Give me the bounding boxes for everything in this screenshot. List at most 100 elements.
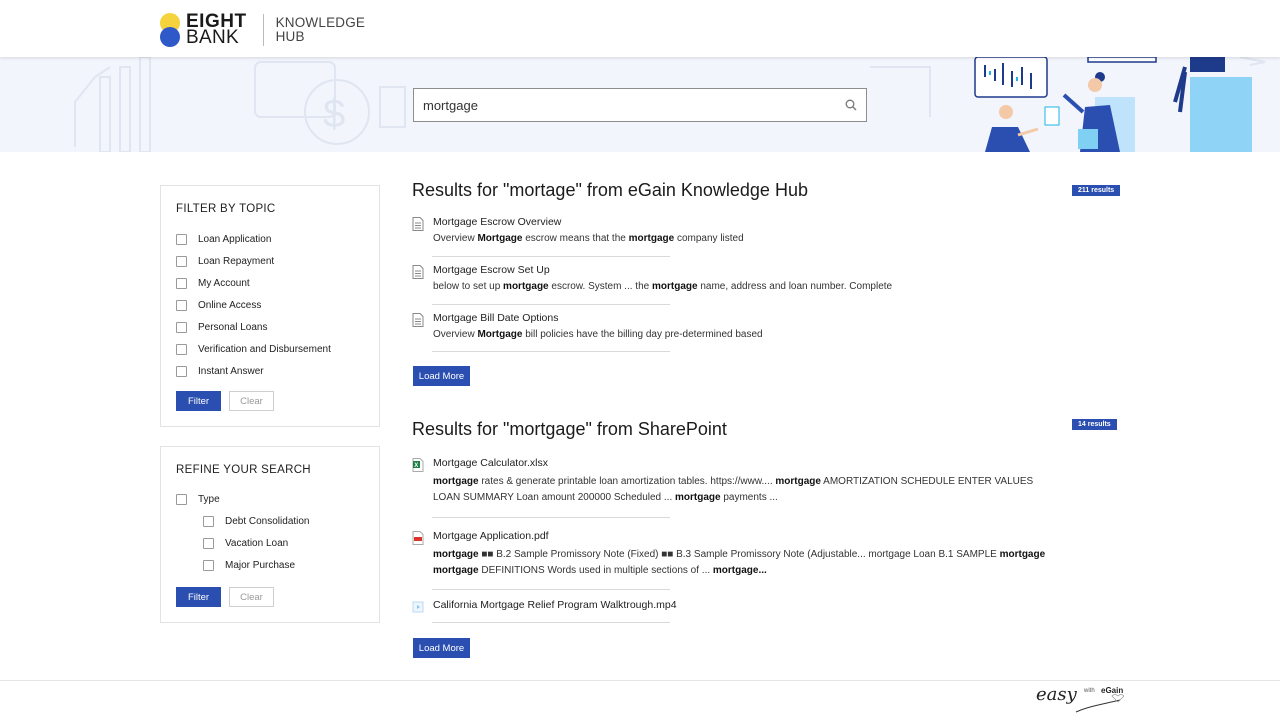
topic-option-my-account[interactable]: My Account — [176, 272, 364, 294]
document-icon — [412, 265, 424, 279]
result-title-link[interactable]: Mortgage Calculator.xlsx — [433, 457, 548, 469]
egain-result-item[interactable]: Mortgage Escrow Overview Overview Mortga… — [412, 216, 1052, 250]
refine-clear-button[interactable]: Clear — [229, 587, 274, 607]
checkbox[interactable] — [176, 233, 187, 245]
checkbox[interactable] — [176, 365, 187, 377]
refine-option-major-purchase[interactable]: Major Purchase — [176, 554, 364, 576]
knowledge-hub-label: KNOWLEDGE HUB — [276, 16, 366, 44]
checkbox[interactable] — [176, 321, 187, 333]
result-divider — [432, 517, 670, 518]
brand-line2: BANK — [186, 27, 239, 48]
egain-result-item[interactable]: Mortgage Escrow Set Up below to set up m… — [412, 264, 1052, 298]
egain-load-more-button[interactable]: Load More — [413, 366, 470, 386]
topic-option-label: Loan Application — [198, 233, 272, 245]
topic-option-loan-application[interactable]: Loan Application — [176, 228, 364, 250]
result-title-link[interactable]: Mortgage Application.pdf — [433, 530, 549, 542]
refine-search-panel: REFINE YOUR SEARCH Type Debt Consolidati… — [160, 446, 380, 623]
snippet-text: Overview — [433, 233, 478, 244]
topic-option-personal-loans[interactable]: Personal Loans — [176, 316, 364, 338]
snippet-text: below to set up — [433, 281, 504, 292]
egain-results-title: Results for "mortage" from eGain Knowled… — [412, 180, 808, 200]
svg-text:$: $ — [323, 92, 345, 136]
result-snippet: below to set up mortgage escrow. System … — [433, 279, 1053, 295]
checkbox[interactable] — [203, 537, 214, 549]
highlighted-keyword: Mortgage — [477, 233, 523, 244]
snippet-text: company listed — [674, 233, 744, 244]
result-divider — [432, 256, 670, 257]
highlighted-keyword: Mortgage — [477, 329, 523, 340]
refine-option-vacation-loan[interactable]: Vacation Loan — [176, 532, 364, 554]
result-title-link[interactable]: Mortgage Escrow Set Up — [433, 264, 550, 276]
logo-mark-icon — [160, 13, 182, 47]
snippet-text: payments ... — [720, 492, 778, 503]
highlighted-keyword: mortgage — [628, 233, 675, 244]
result-snippet: mortgage rates & generate printable loan… — [433, 474, 1053, 506]
search-bar — [413, 88, 867, 122]
refine-option-label: Major Purchase — [225, 559, 296, 571]
egain-results-count-badge: 211 results — [1072, 185, 1121, 196]
snippet-text: DEFINITIONS Words used in multiple secti… — [478, 565, 713, 576]
checkbox[interactable] — [203, 515, 214, 527]
highlighted-keyword: mortgage... — [712, 565, 767, 576]
result-title-link[interactable]: California Mortgage Relief Program Walkt… — [433, 599, 677, 611]
topic-clear-button[interactable]: Clear — [229, 391, 274, 411]
result-divider — [432, 622, 670, 623]
sharepoint-result-item[interactable]: Mortgage Application.pdf mortgage ■■ B.2… — [412, 530, 1052, 582]
brand-name: EIGHT BANK — [186, 12, 247, 48]
highlighted-keyword: mortgage — [433, 476, 479, 487]
result-divider — [432, 351, 670, 352]
highlighted-keyword: mortgage — [433, 549, 479, 560]
result-title-link[interactable]: Mortgage Escrow Overview — [433, 216, 561, 228]
sharepoint-result-item[interactable]: X Mortgage Calculator.xlsx mortgage rate… — [412, 457, 1052, 509]
refine-filter-button[interactable]: Filter — [176, 587, 221, 607]
hub-line1: KNOWLEDGE — [275, 15, 366, 30]
topic-option-label: Personal Loans — [198, 321, 268, 333]
result-title-link[interactable]: Mortgage Bill Date Options — [433, 312, 558, 324]
highlighted-keyword: mortgage — [651, 281, 698, 292]
snippet-text: Overview — [433, 329, 478, 340]
refine-title: REFINE YOUR SEARCH — [176, 464, 311, 476]
highlighted-keyword: mortgage — [503, 281, 549, 292]
sharepoint-load-more-button[interactable]: Load More — [413, 638, 470, 658]
filter-topic-title: FILTER BY TOPIC — [176, 203, 276, 215]
result-divider — [432, 589, 670, 590]
checkbox[interactable] — [176, 493, 187, 505]
checkbox[interactable] — [203, 559, 214, 571]
topic-option-label: My Account — [198, 277, 250, 289]
topic-option-online-access[interactable]: Online Access — [176, 294, 364, 316]
easy-with-egain-logo[interactable]: easy with eGain — [1034, 682, 1124, 716]
snippet-text: escrow means that the — [522, 233, 629, 244]
sharepoint-result-item[interactable]: California Mortgage Relief Program Walkt… — [412, 599, 1052, 617]
snippet-text: rates & generate printable loan amortiza… — [478, 476, 776, 487]
video-file-icon — [412, 601, 424, 613]
sharepoint-results-count-badge: 14 results — [1072, 419, 1117, 430]
top-header: EIGHT BANK KNOWLEDGE HUB — [0, 0, 1280, 57]
checkbox[interactable] — [176, 343, 187, 355]
refine-option-label: Debt Consolidation — [225, 515, 310, 527]
checkbox[interactable] — [176, 299, 187, 311]
highlighted-keyword: mortgage — [675, 492, 721, 503]
eight-bank-logo[interactable]: EIGHT BANK KNOWLEDGE HUB — [160, 12, 365, 48]
topic-option-verification[interactable]: Verification and Disbursement — [176, 338, 364, 360]
result-snippet: Overview Mortgage bill policies have the… — [433, 327, 1053, 343]
refine-option-debt-consolidation[interactable]: Debt Consolidation — [176, 510, 364, 532]
excel-file-icon: X — [412, 458, 424, 472]
footer-divider — [0, 680, 1280, 681]
document-icon — [412, 217, 424, 231]
result-divider — [432, 304, 670, 305]
topic-option-instant-answer[interactable]: Instant Answer — [176, 360, 364, 382]
snippet-text: ■■ B.2 Sample Promissory Note (Fixed) ■■… — [478, 549, 1000, 560]
refine-option-type[interactable]: Type — [176, 488, 364, 510]
search-input[interactable] — [414, 89, 836, 121]
logo-divider — [262, 14, 264, 46]
checkbox[interactable] — [176, 277, 187, 289]
filter-by-topic-panel: FILTER BY TOPIC Loan Application Loan Re… — [160, 185, 380, 427]
snippet-text: name, address and loan number. Complete — [697, 281, 893, 292]
document-icon — [412, 313, 424, 327]
swoosh-icon — [1075, 694, 1124, 713]
topic-filter-button[interactable]: Filter — [176, 391, 221, 411]
search-icon[interactable] — [836, 89, 866, 121]
egain-result-item[interactable]: Mortgage Bill Date Options Overview Mort… — [412, 312, 1052, 346]
checkbox[interactable] — [176, 255, 187, 267]
topic-option-loan-repayment[interactable]: Loan Repayment — [176, 250, 364, 272]
